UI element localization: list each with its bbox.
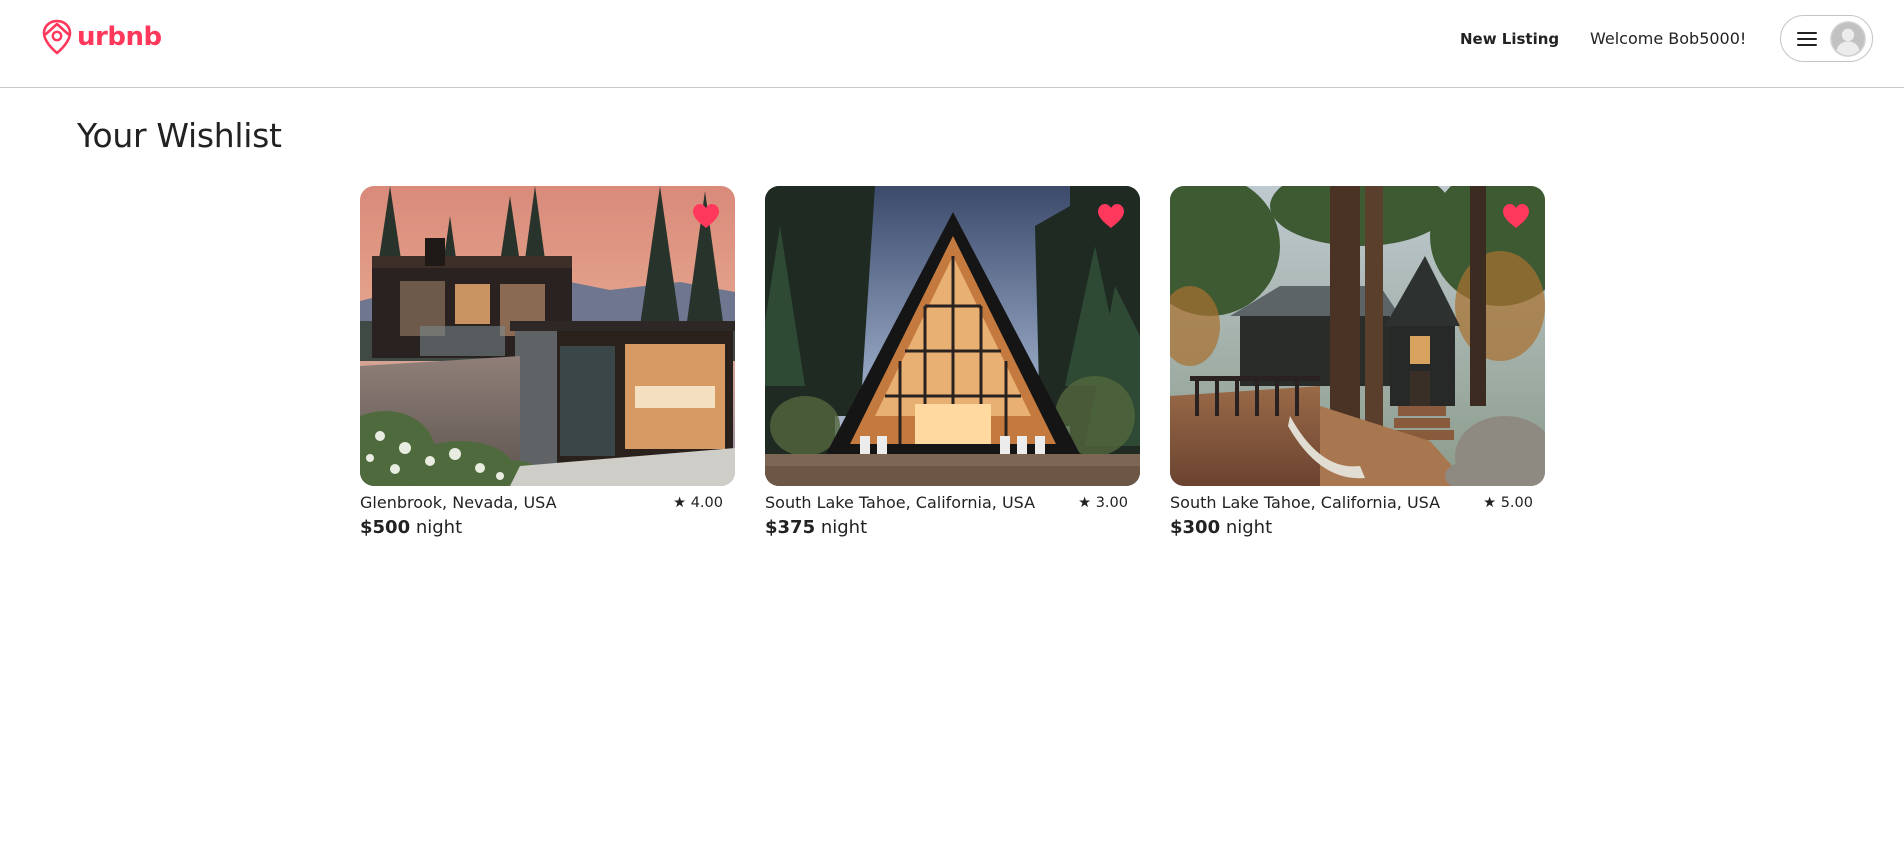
listing-location: South Lake Tahoe, California, USA bbox=[1170, 493, 1441, 512]
price-unit: night bbox=[1225, 517, 1273, 538]
listing-photo[interactable] bbox=[1170, 186, 1545, 486]
listing-rating: ★ 3.00 bbox=[1078, 495, 1128, 511]
listing-details: Glenbrook, Nevada, USA ★ 4.00 $500 night bbox=[360, 486, 735, 542]
listing-card[interactable]: South Lake Tahoe, California, USA ★ 5.00… bbox=[1170, 186, 1545, 542]
listing-rating: ★ 5.00 bbox=[1483, 495, 1533, 511]
favorite-heart-icon[interactable] bbox=[1501, 202, 1531, 230]
listing-details: South Lake Tahoe, California, USA ★ 5.00… bbox=[1170, 486, 1545, 542]
favorite-heart-icon[interactable] bbox=[1096, 202, 1126, 230]
price-unit: night bbox=[820, 517, 868, 538]
listing-location: South Lake Tahoe, California, USA bbox=[765, 493, 1036, 512]
wishlist-grid: Glenbrook, Nevada, USA ★ 4.00 $500 night bbox=[360, 186, 1545, 542]
urbnb-logo-link[interactable]: urbnb bbox=[41, 19, 162, 55]
listing-location: Glenbrook, Nevada, USA bbox=[360, 493, 557, 512]
favorite-heart-icon[interactable] bbox=[691, 202, 721, 230]
forest-cabin-deck-photo bbox=[1170, 186, 1545, 486]
listing-card[interactable]: South Lake Tahoe, California, USA ★ 3.00… bbox=[765, 186, 1140, 542]
a-frame-cabin-photo bbox=[765, 186, 1140, 486]
new-listing-link[interactable]: New Listing bbox=[1460, 28, 1559, 50]
listing-price-row: $375 night bbox=[765, 516, 867, 540]
brand-name: urbnb bbox=[77, 22, 162, 52]
listing-price: $300 bbox=[1170, 517, 1221, 538]
listing-photo[interactable] bbox=[360, 186, 735, 486]
hamburger-icon bbox=[1797, 31, 1817, 47]
top-navbar: urbnb New Listing Welcome Bob5000! bbox=[0, 0, 1904, 88]
listing-price-row: $300 night bbox=[1170, 516, 1272, 540]
price-unit: night bbox=[415, 517, 463, 538]
modern-lake-house-photo bbox=[360, 186, 735, 486]
listing-price: $500 bbox=[360, 517, 411, 538]
default-avatar-icon bbox=[1830, 20, 1866, 57]
urbnb-logo-icon bbox=[42, 19, 72, 55]
user-menu-button[interactable] bbox=[1780, 15, 1873, 62]
page-title: Your Wishlist bbox=[77, 116, 282, 155]
listing-details: South Lake Tahoe, California, USA ★ 3.00… bbox=[765, 486, 1140, 542]
listing-rating: ★ 4.00 bbox=[673, 495, 723, 511]
listing-price: $375 bbox=[765, 517, 816, 538]
listing-price-row: $500 night bbox=[360, 516, 462, 540]
welcome-message: Welcome Bob5000! bbox=[1590, 29, 1747, 48]
listing-card[interactable]: Glenbrook, Nevada, USA ★ 4.00 $500 night bbox=[360, 186, 735, 542]
listing-photo[interactable] bbox=[765, 186, 1140, 486]
